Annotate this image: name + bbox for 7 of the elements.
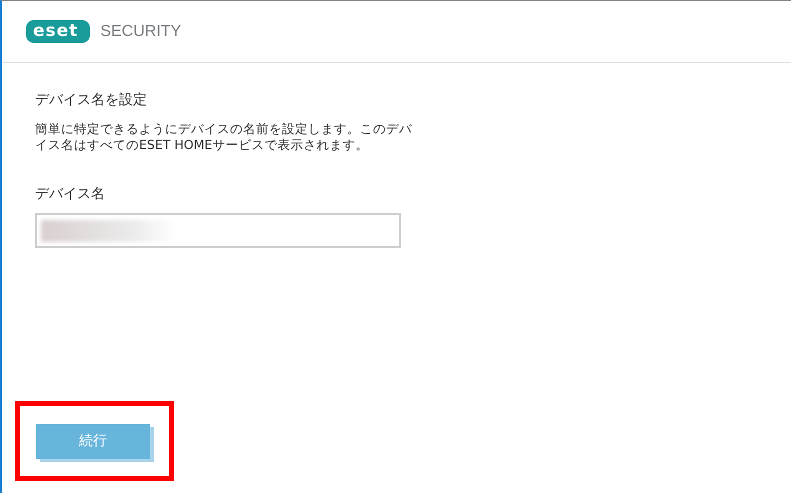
product-name: SECURITY <box>100 22 182 40</box>
eset-logo: eset <box>26 20 90 43</box>
continue-button[interactable]: 続行 <box>36 424 150 458</box>
field-label: デバイス名 <box>35 185 106 203</box>
page-title: デバイス名を設定 <box>35 91 148 109</box>
description-text: 簡単に特定できるようにデバイスの名前を設定します。このデバイス名はすべてのESET HOMEサービスで表示されます。 <box>35 121 413 153</box>
device-name-field[interactable] <box>35 213 401 248</box>
